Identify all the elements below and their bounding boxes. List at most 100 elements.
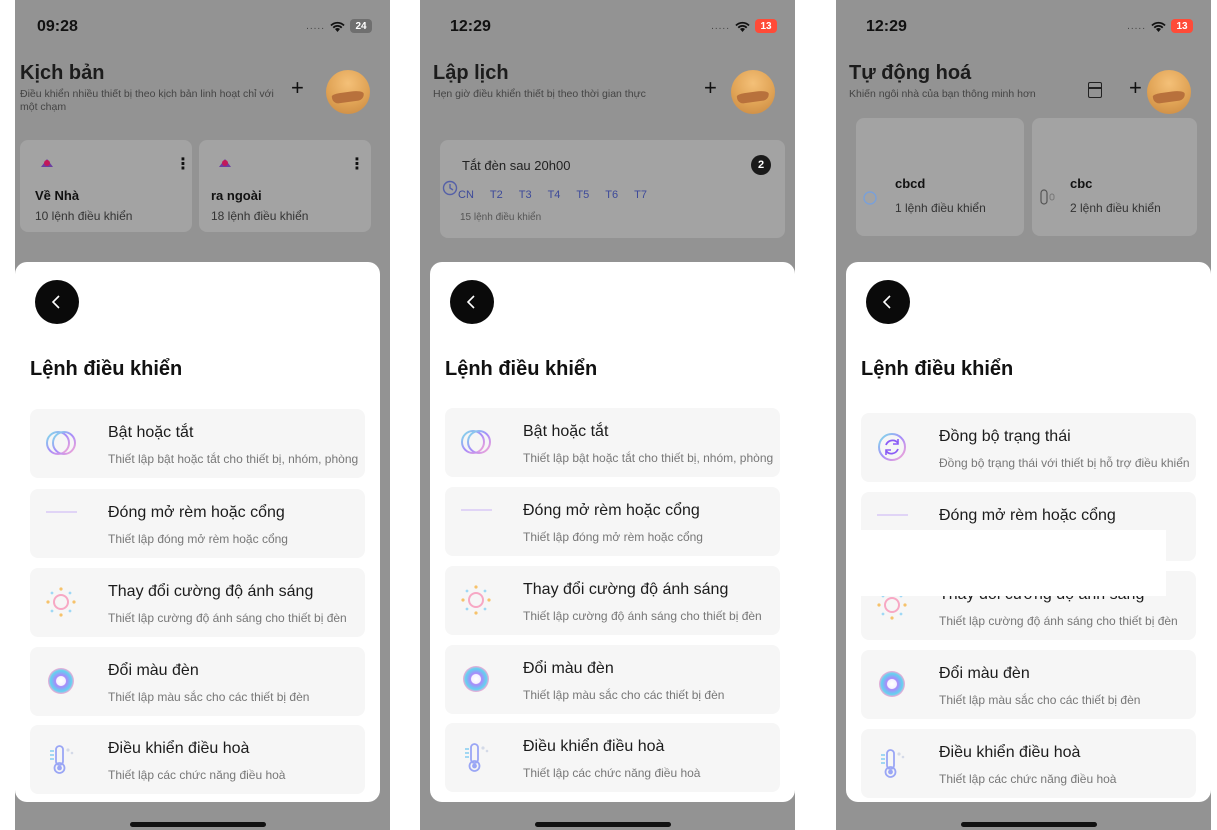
automation-card[interactable] xyxy=(1032,118,1197,236)
command-item[interactable]: Đóng mở rèm hoặc cổng Thiết lập đóng mở r… xyxy=(445,487,780,556)
add-button[interactable]: + xyxy=(704,77,717,99)
sheet-title: Lệnh điều khiển xyxy=(861,358,1014,380)
battery-indicator: 24 xyxy=(350,19,372,33)
sheet-title: Lệnh điều khiển xyxy=(30,358,183,380)
status-bar: 12:29 ..... 13 xyxy=(836,14,1211,38)
command-item[interactable]: Đổi màu đèn Thiết lập màu sắc cho các thi… xyxy=(30,647,365,716)
command-subtitle: Thiết lập các chức năng điều hoà xyxy=(939,772,1117,786)
screen-scenarios: 09:28 ..... 24 Kịch bản Điều khiển nhiều… xyxy=(15,0,390,830)
command-item[interactable]: Đổi màu đèn Thiết lập màu sắc cho các thi… xyxy=(861,650,1196,719)
color-wheel-icon xyxy=(459,662,493,696)
power-toggle-icon xyxy=(44,426,78,460)
command-item[interactable]: Điều khiển điều hoà Thiết lập các chức nă… xyxy=(861,729,1196,798)
back-button[interactable] xyxy=(35,280,79,324)
automation-card[interactable] xyxy=(856,118,1024,236)
screen-schedule: 12:29 ..... 13 Lập lịch Hẹn giờ điều khi… xyxy=(420,0,795,830)
card-subtitle: 10 lệnh điều khiển xyxy=(35,209,133,223)
weekday-label: T2 xyxy=(489,189,503,201)
command-subtitle: Thiết lập màu sắc cho các thiết bị đèn xyxy=(523,688,725,702)
page-title: Tự động hoá xyxy=(849,62,972,84)
command-subtitle: Thiết lập đóng mở rèm hoặc cổng xyxy=(523,530,703,544)
command-subtitle: Thiết lập cường độ ánh sáng cho thiết bị… xyxy=(523,609,762,623)
add-button[interactable]: + xyxy=(1129,77,1142,99)
status-time: 12:29 xyxy=(450,18,491,35)
wifi-icon xyxy=(735,21,750,32)
weekday-label: CN xyxy=(458,189,474,201)
screen-automation: 12:29 ..... 13 Tự động hoá Khiến ngôi nh… xyxy=(836,0,1211,830)
command-subtitle: Thiết lập màu sắc cho các thiết bị đèn xyxy=(939,693,1141,707)
command-title: Thay đổi cường độ ánh sáng xyxy=(108,583,314,600)
card-menu-icon[interactable]: ⋮ xyxy=(175,154,191,174)
command-title: Đổi màu đèn xyxy=(523,660,614,677)
back-button[interactable] xyxy=(450,280,494,324)
command-item[interactable]: Bật hoặc tắt Thiết lập bật hoặc tắt cho t… xyxy=(30,409,365,478)
command-item[interactable]: Đổi màu đèn Thiết lập màu sắc cho các thi… xyxy=(445,645,780,714)
card-menu-icon[interactable]: ⋮ xyxy=(349,154,365,174)
wifi-icon xyxy=(1151,21,1166,32)
command-item[interactable]: Điều khiển điều hoà Thiết lập các chức nă… xyxy=(30,725,365,794)
thermometer-icon xyxy=(875,746,909,780)
command-sheet: Lệnh điều khiển Bật hoặc tắt Thiết lập bậ… xyxy=(430,262,795,802)
card-subtitle: 1 lệnh điều khiển xyxy=(895,201,986,215)
command-item[interactable]: Thay đổi cường độ ánh sáng Thiết lập cườn… xyxy=(445,566,780,635)
command-subtitle: Thiết lập màu sắc cho các thiết bị đèn xyxy=(108,690,310,704)
command-item[interactable]: Đồng bộ trạng thái Đồng bộ trạng thái với… xyxy=(861,413,1196,482)
chevron-left-icon xyxy=(466,295,475,309)
add-button[interactable]: + xyxy=(291,77,304,99)
command-item[interactable]: Điều khiển điều hoà Thiết lập các chức nă… xyxy=(445,723,780,792)
command-subtitle: Thiết lập các chức năng điều hoà xyxy=(108,768,286,782)
command-subtitle: Thiết lập bật hoặc tắt cho thiết bị, nhó… xyxy=(523,451,774,465)
color-wheel-icon xyxy=(875,667,909,701)
card-subtitle: 18 lệnh điều khiển xyxy=(211,209,309,223)
page-title: Kịch bản xyxy=(20,62,105,84)
weekday-list: CN T2 T3 T4 T5 T6 T7 xyxy=(458,189,647,201)
page-subtitle: Điều khiển nhiều thiết bị theo kịch bản … xyxy=(20,88,274,113)
schedule-title: Tắt đèn sau 20h00 xyxy=(462,158,571,173)
chevron-left-icon xyxy=(882,295,891,309)
avatar[interactable] xyxy=(1147,70,1191,114)
command-subtitle: Thiết lập các chức năng điều hoà xyxy=(523,766,701,780)
curtain-icon xyxy=(44,506,78,540)
command-subtitle: Thiết lập cường độ ánh sáng cho thiết bị… xyxy=(108,611,347,625)
thermometer-icon xyxy=(459,740,493,774)
scenario-logo-icon xyxy=(219,159,231,167)
status-bar: 12:29 ..... 13 xyxy=(420,14,795,38)
card-title: Về Nhà xyxy=(35,188,80,203)
command-title: Điều khiển điều hoà xyxy=(108,740,250,757)
command-title: Đóng mở rèm hoặc cổng xyxy=(939,507,1116,524)
card-title: cbc xyxy=(1070,176,1093,191)
signal-dots-icon: ..... xyxy=(1127,20,1146,32)
command-title: Bật hoặc tắt xyxy=(108,424,194,441)
avatar[interactable] xyxy=(731,70,775,114)
avatar[interactable] xyxy=(326,70,370,114)
command-title: Điều khiển điều hoà xyxy=(939,744,1081,761)
command-item[interactable]: Bật hoặc tắt Thiết lập bật hoặc tắt cho t… xyxy=(445,408,780,477)
calendar-icon[interactable] xyxy=(1088,82,1102,98)
signal-dots-icon: ..... xyxy=(306,20,325,32)
brightness-icon xyxy=(44,585,78,619)
back-button[interactable] xyxy=(866,280,910,324)
battery-indicator: 13 xyxy=(1171,19,1193,33)
page-title: Lập lịch xyxy=(433,62,509,84)
power-toggle-icon xyxy=(459,425,493,459)
curtain-icon xyxy=(1040,189,1055,205)
command-title: Đồng bộ trạng thái xyxy=(939,428,1071,445)
brightness-icon xyxy=(459,583,493,617)
curtain-icon xyxy=(459,504,493,538)
page-subtitle: Khiến ngôi nhà của bạn thông minh hơn xyxy=(849,88,1036,100)
home-indicator xyxy=(961,822,1097,827)
command-item[interactable]: Đóng mở rèm hoặc cổng Thiết lập đóng mở r… xyxy=(30,489,365,558)
command-title: Thay đổi cường độ ánh sáng xyxy=(523,581,729,598)
command-subtitle: Thiết lập đóng mở rèm hoặc cổng xyxy=(108,532,288,546)
command-item[interactable]: Thay đổi cường độ ánh sáng Thiết lập cườn… xyxy=(30,568,365,637)
card-title: ra ngoài xyxy=(211,188,262,203)
sync-icon xyxy=(875,430,909,464)
command-title: Đóng mở rèm hoặc cổng xyxy=(523,502,700,519)
sheet-title: Lệnh điều khiển xyxy=(445,358,598,380)
command-subtitle: Đồng bộ trạng thái với thiết bị hỗ trợ đ… xyxy=(939,456,1190,470)
color-wheel-icon xyxy=(44,664,78,698)
command-title: Đóng mở rèm hoặc cổng xyxy=(108,504,285,521)
page-subtitle: Hẹn giờ điều khiển thiết bị theo thời gi… xyxy=(433,88,646,100)
thermometer-icon xyxy=(44,742,78,776)
battery-indicator: 13 xyxy=(755,19,777,33)
